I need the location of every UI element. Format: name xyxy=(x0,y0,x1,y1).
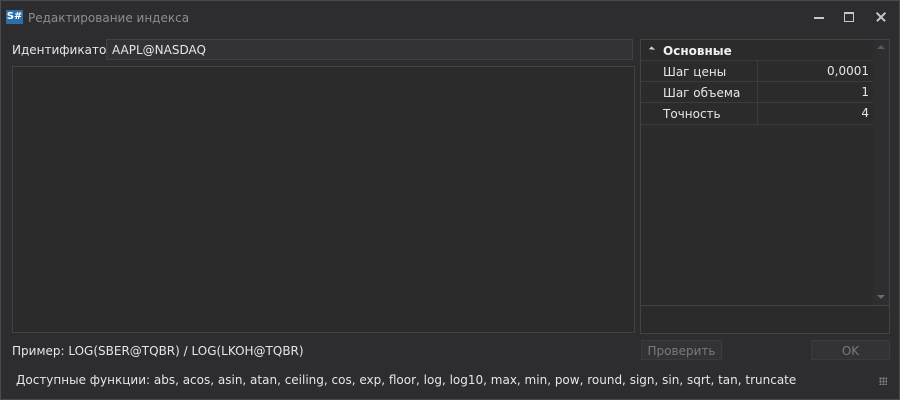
identifier-label: Идентификатор: xyxy=(12,43,118,57)
category-label: Основные xyxy=(663,44,732,58)
resize-grip-icon[interactable] xyxy=(879,377,887,385)
property-value[interactable]: 4 xyxy=(757,103,871,124)
identifier-input[interactable] xyxy=(106,39,633,60)
category-main[interactable]: Основные xyxy=(641,41,873,60)
property-row-decimals[interactable]: Точность 4 xyxy=(641,102,873,125)
property-name: Точность xyxy=(663,107,721,121)
property-value[interactable]: 1 xyxy=(757,82,871,103)
collapse-arrow-icon[interactable] xyxy=(648,46,656,53)
example-text: Пример: LOG(SBER@TQBR) / LOG(LKOH@TQBR) xyxy=(12,344,304,358)
index-editor-window: S# Редактирование индекса Идентификатор:… xyxy=(0,0,900,400)
property-name: Шаг объема xyxy=(663,86,741,100)
property-description-pane xyxy=(641,305,889,334)
scroll-down-icon[interactable] xyxy=(877,295,885,299)
check-button[interactable]: Проверить xyxy=(641,340,722,360)
app-icon: S# xyxy=(6,10,23,24)
property-row-volume-step[interactable]: Шаг объема 1 xyxy=(641,81,873,103)
title-bar[interactable]: S# Редактирование индекса xyxy=(1,1,899,34)
property-row-price-step[interactable]: Шаг цены 0,0001 xyxy=(641,60,873,82)
maximize-icon[interactable] xyxy=(837,7,861,27)
property-name: Шаг цены xyxy=(663,65,727,79)
property-scrollbar[interactable] xyxy=(873,40,889,305)
close-icon[interactable] xyxy=(869,7,893,27)
property-grid: Основные Шаг цены 0,0001 Шаг объема 1 То… xyxy=(640,39,890,334)
available-functions-text: Доступные функции: abs, acos, asin, atan… xyxy=(16,373,797,387)
window-title: Редактирование индекса xyxy=(28,11,190,25)
property-value[interactable]: 0,0001 xyxy=(757,61,871,82)
ok-button[interactable]: OK xyxy=(811,340,890,360)
minimize-icon[interactable] xyxy=(807,7,831,27)
formula-editor[interactable] xyxy=(12,66,635,333)
scroll-up-icon[interactable] xyxy=(877,45,885,49)
